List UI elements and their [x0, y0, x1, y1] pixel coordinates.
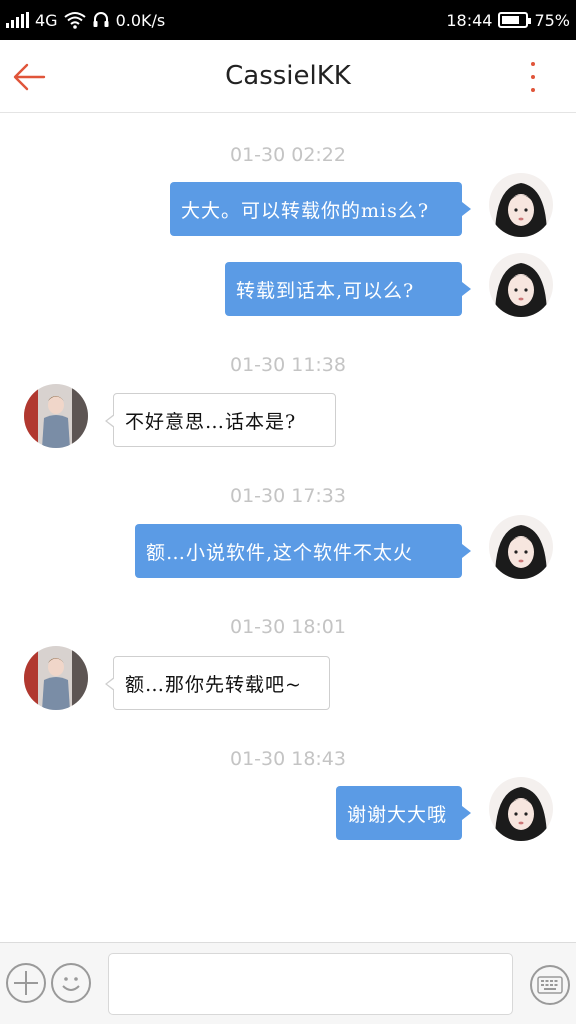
message-bubble-incoming[interactable]: 额…那你先转载吧~: [105, 656, 330, 710]
timestamp: 01-30 18:43: [229, 748, 346, 770]
message-bubble-outgoing[interactable]: 转载到话本,可以么?: [225, 262, 471, 316]
more-vertical-icon[interactable]: [526, 60, 540, 94]
avatar-contact[interactable]: [24, 384, 88, 448]
battery-percent: 75%: [534, 10, 570, 30]
battery-icon: [498, 12, 532, 28]
avatar-self[interactable]: [489, 253, 553, 317]
smiley-icon[interactable]: [51, 963, 91, 1003]
message-bubble-outgoing[interactable]: 谢谢大大哦: [336, 786, 471, 840]
keyboard-icon[interactable]: [530, 965, 570, 1005]
timestamp: 01-30 17:33: [229, 485, 346, 507]
timestamp: 01-30 18:01: [229, 616, 346, 638]
conversation-title: CassielKK: [225, 61, 351, 91]
chat-area[interactable]: 01-30 02:22 大大。可以转载你的mis么? 转载到话本,可以么? 01…: [0, 114, 576, 942]
signal-icon: [6, 12, 29, 28]
headset-icon: [93, 12, 109, 27]
message-input[interactable]: [108, 953, 513, 1015]
input-bar: [0, 942, 576, 1024]
message-bubble-outgoing[interactable]: 额…小说软件,这个软件不太火: [135, 524, 471, 578]
wifi-icon: [63, 12, 86, 29]
timestamp: 01-30 02:22: [229, 144, 346, 166]
message-bubble-incoming[interactable]: 不好意思…话本是?: [105, 393, 336, 447]
network-speed: 0.0K/s: [115, 10, 166, 30]
plus-circle-icon[interactable]: [6, 963, 46, 1003]
avatar-self[interactable]: [489, 173, 553, 237]
title-bar: CassielKK: [0, 40, 576, 113]
arrow-left-icon[interactable]: [10, 58, 50, 96]
avatar-self[interactable]: [489, 515, 553, 579]
status-bar: 4G 0.0K/s 18:44 75%: [0, 0, 576, 40]
network-type: 4G: [35, 10, 58, 30]
clock: 18:44: [446, 10, 493, 30]
avatar-self[interactable]: [489, 777, 553, 841]
message-bubble-outgoing[interactable]: 大大。可以转载你的mis么?: [170, 182, 471, 236]
timestamp: 01-30 11:38: [229, 354, 346, 376]
avatar-contact[interactable]: [24, 646, 88, 710]
